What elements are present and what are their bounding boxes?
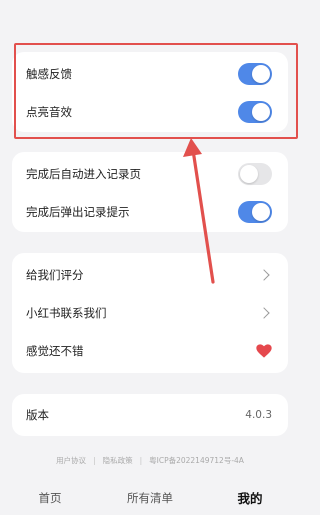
popup-reminder-label: 完成后弹出记录提示 bbox=[26, 205, 130, 219]
icp-link[interactable]: 粤ICP备2022149712号-4A bbox=[149, 455, 244, 466]
heart-icon bbox=[256, 344, 272, 358]
rate-us-row[interactable]: 给我们评分 bbox=[12, 257, 288, 293]
tab-mine[interactable]: 我的 bbox=[200, 488, 300, 507]
chevron-right-icon bbox=[258, 269, 270, 281]
version-row: 版本 4.0.3 bbox=[12, 397, 288, 433]
version-value: 4.0.3 bbox=[245, 409, 272, 421]
bright-sound-label: 点亮音效 bbox=[26, 105, 72, 119]
record-settings-card: 完成后自动进入记录页 完成后弹出记录提示 bbox=[12, 152, 288, 232]
bright-sound-toggle[interactable] bbox=[238, 101, 272, 123]
tab-home[interactable]: 首页 bbox=[0, 490, 100, 506]
toggle-knob bbox=[252, 203, 270, 221]
auto-enter-label: 完成后自动进入记录页 bbox=[26, 167, 141, 181]
auto-enter-row: 完成后自动进入记录页 bbox=[12, 156, 288, 192]
bottom-tab-bar: 首页 所有清单 我的 bbox=[0, 480, 300, 515]
xiaohongshu-label: 小红书联系我们 bbox=[26, 306, 107, 320]
footer-separator: | bbox=[139, 456, 143, 465]
haptics-toggle[interactable] bbox=[238, 63, 272, 85]
links-card: 给我们评分 小红书联系我们 感觉还不错 bbox=[12, 253, 288, 373]
feedback-settings-card: 触感反馈 点亮音效 bbox=[12, 52, 288, 132]
bright-sound-row: 点亮音效 bbox=[12, 94, 288, 130]
toggle-knob bbox=[240, 165, 258, 183]
version-card: 版本 4.0.3 bbox=[12, 394, 288, 436]
footer-separator: | bbox=[93, 456, 96, 465]
haptics-row: 触感反馈 bbox=[12, 56, 288, 92]
settings-screen: 触感反馈 点亮音效 完成后自动进入记录页 完成后弹出记录提示 给我们评分 小红书… bbox=[0, 0, 300, 515]
rate-us-label: 给我们评分 bbox=[26, 268, 84, 282]
chevron-right-icon bbox=[258, 307, 270, 319]
toggle-knob bbox=[252, 65, 270, 83]
privacy-policy-link[interactable]: 隐私政策 bbox=[103, 455, 133, 466]
toggle-knob bbox=[252, 103, 270, 121]
user-agreement-link[interactable]: 用户协议 bbox=[56, 455, 86, 466]
tab-all-lists[interactable]: 所有清单 bbox=[100, 490, 200, 506]
footer-links: 用户协议 | 隐私政策 | 粤ICP备2022149712号-4A bbox=[0, 455, 300, 466]
popup-reminder-row: 完成后弹出记录提示 bbox=[12, 194, 288, 230]
xiaohongshu-row[interactable]: 小红书联系我们 bbox=[12, 295, 288, 331]
like-row[interactable]: 感觉还不错 bbox=[12, 333, 288, 369]
haptics-label: 触感反馈 bbox=[26, 67, 72, 81]
like-label: 感觉还不错 bbox=[26, 344, 84, 358]
auto-enter-toggle[interactable] bbox=[238, 163, 272, 185]
popup-reminder-toggle[interactable] bbox=[238, 201, 272, 223]
version-label: 版本 bbox=[26, 408, 49, 422]
